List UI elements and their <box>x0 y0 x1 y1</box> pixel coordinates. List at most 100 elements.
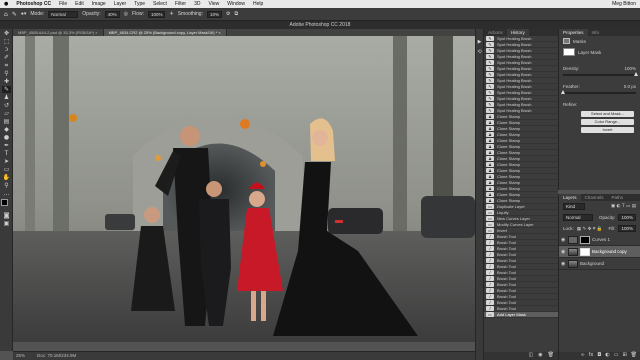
fx-icon[interactable]: fx <box>589 352 594 360</box>
tab-channels[interactable]: Channels <box>581 194 608 201</box>
history-item[interactable]: ▭ Add Layer Mask <box>484 312 558 318</box>
layer-opacity-field[interactable]: 100% <box>618 214 636 221</box>
pressure-opacity-icon[interactable]: ◎ <box>124 11 128 17</box>
density-value[interactable]: 100% <box>624 66 636 71</box>
menu-3d[interactable]: 3D <box>190 1 204 7</box>
curves-mask-thumb[interactable] <box>580 235 590 244</box>
feather-slider[interactable] <box>561 90 636 94</box>
menu-image[interactable]: Image <box>88 1 110 7</box>
history-panel-icon[interactable]: ⟲ <box>476 49 483 55</box>
camera-icon[interactable]: ◉ <box>538 352 542 360</box>
feather-value[interactable]: 0.0 px <box>624 84 636 89</box>
more-icon[interactable]: … <box>2 190 11 197</box>
menu-edit[interactable]: Edit <box>71 1 88 7</box>
eraser-icon[interactable]: ▱ <box>2 110 11 117</box>
hand-icon[interactable]: ✋ <box>2 174 11 181</box>
tab-document-2[interactable]: MBP_4634.CR2 @ 25% (Background copy, Lay… <box>103 29 227 36</box>
smoothing-field[interactable]: 10% <box>206 10 222 18</box>
rectangle-icon[interactable]: ▭ <box>2 166 11 173</box>
new-layer-icon[interactable]: ⊞ <box>622 352 626 360</box>
tab-paths[interactable]: Paths <box>608 194 628 201</box>
menu-file[interactable]: File <box>55 1 71 7</box>
blend-mode-select[interactable]: Normal <box>563 214 593 221</box>
menu-help[interactable]: Help <box>249 1 267 7</box>
feather-slider-knob[interactable] <box>561 90 565 94</box>
home-icon[interactable]: ⌂ <box>4 11 8 18</box>
crop-icon[interactable]: ⌗ <box>2 62 11 69</box>
foreground-color-swatch[interactable] <box>1 199 8 206</box>
marquee-icon[interactable]: ⬚ <box>2 38 11 45</box>
symmetry-icon[interactable]: ⧉ <box>234 11 238 17</box>
brush-size-picker[interactable]: ●▾ <box>21 11 27 17</box>
clone-stamp-icon[interactable]: ♟ <box>2 94 11 101</box>
visibility-eye-icon[interactable]: ◉ <box>561 237 566 243</box>
screen-mode-icon[interactable]: ▣ <box>2 220 11 227</box>
foreground-background-colors[interactable] <box>1 199 12 210</box>
type-icon[interactable]: T <box>2 150 11 157</box>
blur-icon[interactable]: ◆ <box>2 126 11 133</box>
add-mask-icon[interactable]: ◘ <box>597 352 601 360</box>
lock-icons[interactable]: ▦ ✎ ✥ ⌗ 🔒 <box>577 226 603 232</box>
folder-icon[interactable]: ▭ <box>614 352 619 360</box>
layer-row-curves[interactable]: ◉ Curves 1 <box>559 234 640 246</box>
zoom-level[interactable]: 25% <box>16 352 25 360</box>
menu-select[interactable]: Select <box>149 1 171 7</box>
layer-mask-thumbnail[interactable] <box>580 247 590 256</box>
color-range-button[interactable]: Color Range... <box>581 119 634 125</box>
tab-info[interactable]: Info <box>588 29 604 36</box>
tab-actions[interactable]: Actions <box>484 29 507 36</box>
fill-field[interactable]: 100% <box>618 225 636 232</box>
tab-document-1[interactable]: MBP_4585-644-2.psd @ 33.3% (RGB/16*) × <box>13 29 104 36</box>
path-select-icon[interactable]: ➤ <box>2 158 11 165</box>
invert-button[interactable]: Invert <box>581 127 634 133</box>
healing-icon[interactable]: ✚ <box>2 78 11 85</box>
layer-row-background[interactable]: ◉ Background <box>559 258 640 270</box>
mode-select[interactable]: Normal <box>48 10 79 18</box>
flow-field[interactable]: 100% <box>147 10 166 18</box>
layer-mask-thumb[interactable] <box>563 48 575 56</box>
quick-select-icon[interactable]: ✐ <box>2 54 11 61</box>
link-icon[interactable]: ∞ <box>580 352 584 360</box>
opacity-field[interactable]: 40% <box>104 10 120 18</box>
history-brush-icon[interactable]: ↺ <box>2 102 11 109</box>
pen-icon[interactable]: ✒ <box>2 142 11 149</box>
menu-layer[interactable]: Layer <box>110 1 131 7</box>
actions-panel-icon[interactable]: ▶ <box>476 39 483 45</box>
apple-icon[interactable]: ● <box>0 1 12 7</box>
document-canvas[interactable] <box>13 36 475 342</box>
gradient-icon[interactable]: ▤ <box>2 118 11 125</box>
filter-icons[interactable]: ▣ ◐ T ▭ ▤ <box>611 204 636 209</box>
select-and-mask-button[interactable]: Select and Mask... <box>581 111 634 117</box>
trash-icon[interactable]: 🗑 <box>631 352 637 360</box>
doc-size[interactable]: Doc: 70.1M/234.9M <box>37 352 76 360</box>
smoothing-options-icon[interactable]: ⚙ <box>226 11 230 17</box>
move-icon[interactable]: ✥ <box>2 30 11 37</box>
quick-mask-icon[interactable]: ◙ <box>2 212 11 219</box>
visibility-eye-icon[interactable]: ◉ <box>561 249 566 255</box>
brush-icon[interactable]: ✎ <box>2 86 11 93</box>
dodge-icon[interactable]: ● <box>2 134 11 141</box>
menu-filter[interactable]: Filter <box>171 1 190 7</box>
new-snapshot-icon[interactable]: ◫ <box>529 352 534 360</box>
layer-row-background-copy[interactable]: ◉ Background copy <box>559 246 640 258</box>
app-menu[interactable]: Photoshop CC <box>12 1 55 7</box>
menu-type[interactable]: Type <box>130 1 149 7</box>
visibility-eye-icon[interactable]: ◉ <box>561 261 566 267</box>
trash-icon[interactable]: 🗑 <box>548 352 554 360</box>
adjustment-icon[interactable]: ◐ <box>605 352 609 360</box>
airbrush-icon[interactable]: ✈ <box>169 11 173 17</box>
brush-preset-icon[interactable]: ✎ <box>12 11 17 18</box>
menu-view[interactable]: View <box>204 1 223 7</box>
density-slider[interactable] <box>563 72 638 76</box>
zoom-icon[interactable]: ⚲ <box>2 182 11 189</box>
density-slider-knob[interactable] <box>634 72 638 76</box>
menu-window[interactable]: Window <box>223 1 249 7</box>
lasso-icon[interactable]: ↄ <box>2 46 11 53</box>
tab-properties[interactable]: Properties <box>559 29 588 36</box>
tab-history[interactable]: History <box>506 29 529 36</box>
user-name[interactable]: Meg Bitton <box>612 1 640 7</box>
tab-layers[interactable]: Layers <box>559 194 581 201</box>
brush-icon: / <box>486 270 494 275</box>
kind-filter-select[interactable]: Kind <box>563 203 585 210</box>
eyedropper-icon[interactable]: ⚲ <box>2 70 11 77</box>
